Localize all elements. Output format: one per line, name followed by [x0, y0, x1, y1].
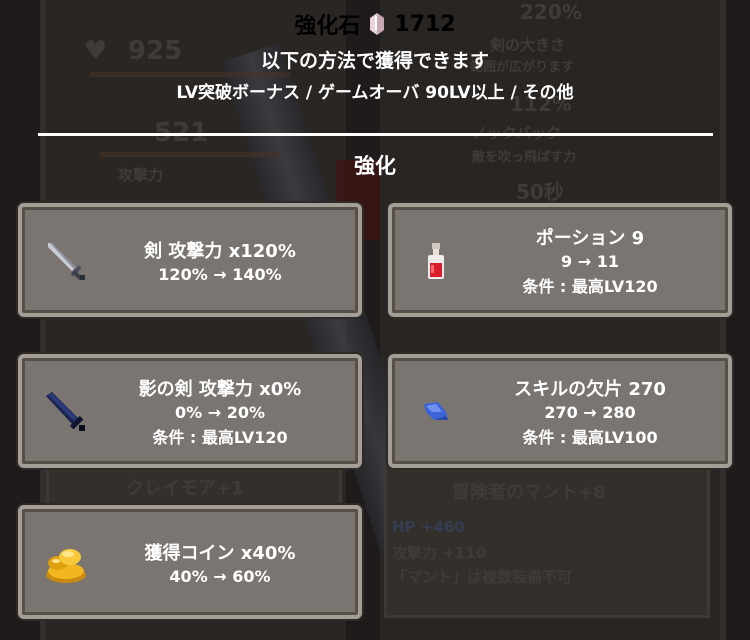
skill-fragment-icon — [424, 402, 448, 420]
card-change: 120% → 140% — [158, 264, 282, 284]
upgrade-card-coin[interactable]: 獲得コイン x40% 40% → 60% — [18, 505, 362, 619]
card-change: 0% → 20% — [174, 402, 265, 422]
currency-title: 強化石 1712 — [0, 8, 750, 40]
card-condition: 条件 : 最高LV100 — [522, 427, 658, 447]
upgrade-card-sword[interactable]: 剣 攻撃力 x120% 120% → 140% — [18, 203, 362, 317]
currency-amount: 1712 — [394, 11, 456, 37]
card-condition: 条件 : 最高LV120 — [522, 276, 658, 296]
crystal-icon — [370, 13, 385, 35]
shadow-sword-icon — [46, 392, 85, 431]
acquire-subtitle: 以下の方法で獲得できます — [260, 50, 489, 72]
sword-icon — [48, 243, 85, 280]
upgrade-card-potion[interactable]: ポーション 9 9 → 11 条件 : 最高LV120 — [388, 203, 732, 317]
card-name: スキルの欠片 270 — [514, 378, 666, 400]
card-change: 270 → 280 — [544, 402, 636, 422]
card-condition: 条件 : 最高LV120 — [152, 427, 288, 447]
card-name: ポーション 9 — [535, 227, 645, 249]
currency-name: 強化石 — [294, 14, 361, 39]
card-change: 9 → 11 — [561, 251, 619, 271]
upgrade-card-skill-fragment[interactable]: スキルの欠片 270 270 → 280 条件 : 最高LV100 — [388, 354, 732, 468]
card-name: 獲得コイン x40% — [144, 542, 296, 564]
card-name: 剣 攻撃力 x120% — [144, 240, 296, 262]
section-title: 強化 — [354, 154, 396, 178]
acquire-sources: LV突破ボーナス / ゲームオーバ 90LV以上 / その他 — [176, 83, 574, 103]
coin-stack-icon — [46, 549, 86, 583]
header-divider — [38, 133, 713, 136]
upgrade-card-shadow-sword[interactable]: 影の剣 攻撃力 x0% 0% → 20% 条件 : 最高LV120 — [18, 354, 362, 468]
card-name: 影の剣 攻撃力 x0% — [138, 378, 302, 400]
card-change: 40% → 60% — [169, 566, 271, 586]
potion-icon — [428, 243, 444, 279]
